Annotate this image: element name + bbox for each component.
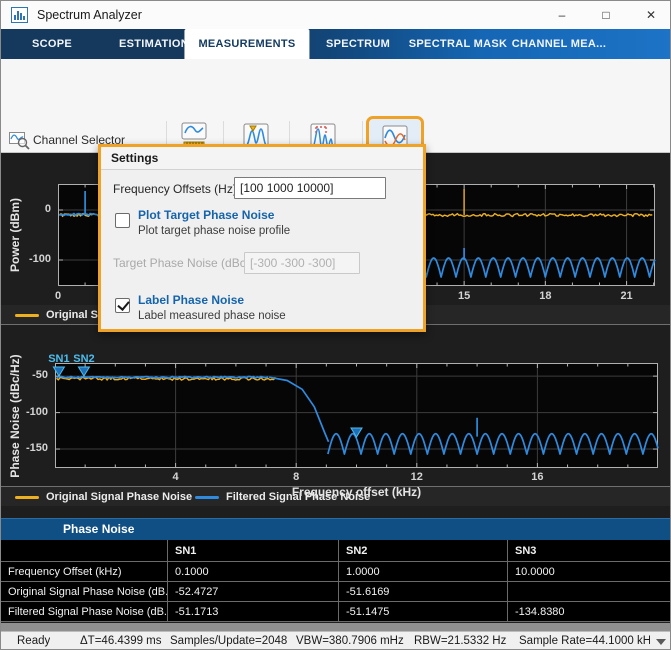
phase-noise-xlabel: Frequency offset (kHz) [292,485,421,499]
table-cell: -51.1475 [339,602,508,621]
legend-entry-original-signal-phase-noise: Original Signal Phase Noise [15,487,192,507]
tab-scope[interactable]: SCOPE [32,29,72,59]
spectrum-xtick: 21 [620,290,632,302]
settings-popup-header: Settings [101,147,423,170]
phase-noise-xtick: 4 [173,471,179,483]
maximize-button[interactable]: □ [591,1,621,29]
minimize-button[interactable]: – [547,1,577,29]
legend-swatch-icon [15,314,39,317]
phase-noise-plot-canvas[interactable] [55,363,658,468]
phase-noise-panel-header: Phase Noise [1,518,670,540]
phase-noise-trace-1 [57,376,659,454]
title-bar: Spectrum Analyzer – □ ✕ [1,1,670,29]
table-cell: Filtered Signal Phase Noise (dB... [1,602,168,621]
status-bar: Ready ΔT=46.4399 ms Samples/Update=2048 VBW… [1,631,670,650]
settings-title: Settings [111,151,158,165]
toolstrip-tab-bar: SCOPE ESTIMATION MEASUREMENTS SPECTRUM S… [1,29,670,59]
table-cell: -51.1713 [168,602,339,621]
spectrum-xtick: 18 [539,290,551,302]
marker-sn3-icon [351,428,362,437]
plot-target-phase-noise-checkbox[interactable] [115,213,130,228]
frequency-offsets-label: Frequency Offsets (Hz) [113,182,237,196]
table-cell: -51.6169 [339,582,508,601]
table-cell: -134.8380 [508,602,671,621]
close-button[interactable]: ✕ [636,1,666,29]
spectrum-xtick: 15 [458,290,470,302]
spectrum-ylabel: Power (dBm) [8,198,22,272]
table-cell: -52.4727 [168,582,339,601]
table-cell: Frequency Offset (kHz) [1,562,168,581]
table-header-cell: SN3 [508,540,671,561]
tab-estimation[interactable]: ESTIMATION [119,29,189,59]
frequency-offsets-input[interactable] [234,177,386,199]
phase-noise-settings-popup: Settings Frequency Offsets (Hz) Plot Tar… [98,144,426,332]
table-row: Original Signal Phase Noise (dB...-52.47… [1,582,671,602]
status-item-4: RBW=21.5332 Hz [414,635,506,647]
status-item-3: VBW=380.7906 mHz [296,635,404,647]
toolstrip: Channel Selector Original Signal ▾ Data … [1,59,670,153]
table-cell: Original Signal Phase Noise (dB... [1,582,168,601]
table-header-cell: SN2 [339,540,508,561]
tab-spectrum[interactable]: SPECTRUM [326,29,390,59]
status-item-1: ΔT=46.4399 ms [80,635,162,647]
spectrum-xtick: 0 [55,290,61,302]
tab-spectral-mask[interactable]: SPECTRAL MASK [409,29,507,59]
status-item-2: Samples/Update=2048 [170,635,287,647]
table-row: Frequency Offset (kHz)0.10001.000010.000… [1,562,671,582]
tab-channel-measurements[interactable]: CHANNEL MEA... [512,29,606,59]
table-header-cell [1,540,168,561]
channel-selector-icon [9,131,30,150]
table-cell: 0.1000 [168,562,339,581]
window-title: Spectrum Analyzer [37,8,142,22]
status-item-0: Ready [17,635,50,647]
phase-noise-xtick: 8 [293,471,299,483]
table-cell [508,582,671,601]
table-row: Filtered Signal Phase Noise (dB...-51.17… [1,602,671,622]
legend-swatch-icon [195,496,219,499]
phase-noise-panel-title: Phase Noise [63,522,134,536]
bottom-divider [1,623,670,631]
label-phase-noise-checkbox[interactable] [115,298,130,313]
phase-noise-ylabel: Phase Noise (dBc/Hz) [8,354,22,477]
table-cell: 1.0000 [339,562,508,581]
legend-swatch-icon [15,496,39,499]
phase-noise-table: SN1SN2SN3Frequency Offset (kHz)0.10001.0… [1,540,671,622]
legend-text: Original Signal Phase Noise [46,491,192,503]
spectrum-analyzer-window: Spectrum Analyzer – □ ✕ SCOPE ESTIMATION… [0,0,671,650]
label-phase-noise-title: Label Phase Noise [138,293,244,307]
table-header-cell: SN1 [168,540,339,561]
plot-target-phase-noise-subtitle: Plot target phase noise profile [138,225,290,237]
table-header-row: SN1SN2SN3 [1,540,671,562]
phase-noise-xtick: 12 [411,471,423,483]
label-phase-noise-subtitle: Label measured phase noise [138,310,286,322]
tab-measurements[interactable]: MEASUREMENTS [184,29,309,59]
phase-noise-xtick: 16 [531,471,543,483]
marker-sn2-icon [78,367,89,376]
app-icon [11,7,28,23]
plot-target-phase-noise-title: Plot Target Phase Noise [138,208,274,222]
status-scroll-icon[interactable] [654,639,667,647]
table-cell: 10.0000 [508,562,671,581]
status-item-5: Sample Rate=44.1000 kHz [519,635,650,647]
target-phase-noise-input[interactable] [244,252,360,274]
